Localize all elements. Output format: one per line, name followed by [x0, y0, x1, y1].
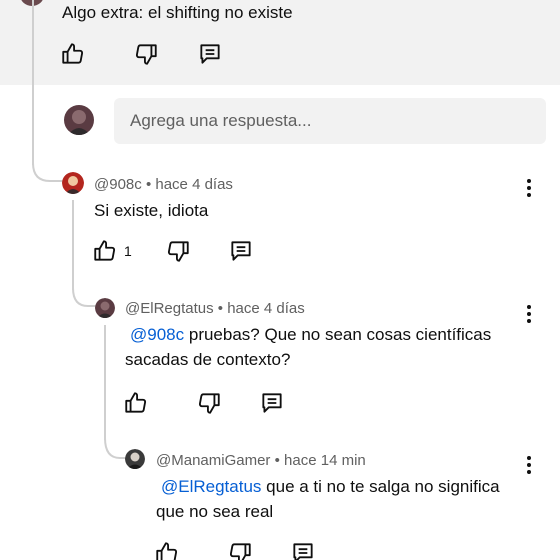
comment-time[interactable]: hace 4 días: [155, 176, 233, 193]
thread-connector: [72, 288, 96, 307]
comment-text: @ElRegtatus que a ti no te salga no sign…: [156, 474, 500, 524]
avatar[interactable]: [62, 172, 84, 194]
avatar-image: [62, 172, 84, 194]
avatar[interactable]: [64, 105, 94, 135]
reply-input[interactable]: [114, 98, 546, 144]
comment-text: Si existe, idiota: [94, 201, 209, 220]
separator: •: [274, 452, 280, 469]
thread-line: [72, 200, 74, 290]
thumbs-down-icon: [165, 238, 191, 264]
comment-text-line: pruebas? Que no sean cosas científicas: [188, 325, 492, 344]
mention-link[interactable]: @908c: [130, 325, 184, 344]
thumbs-up-icon: [154, 540, 180, 560]
avatar[interactable]: [95, 298, 115, 318]
reply-icon: [290, 540, 316, 560]
dislike-button[interactable]: [227, 540, 253, 560]
reply-button[interactable]: [259, 390, 285, 416]
like-button[interactable]: [60, 41, 86, 67]
avatar-image: [68, 110, 90, 135]
top-comment-text: Algo extra: el shifting no existe: [62, 3, 293, 22]
thumbs-down-icon: [133, 41, 159, 67]
reply-button[interactable]: [228, 238, 254, 264]
more-options-button[interactable]: [519, 176, 539, 200]
comment-time[interactable]: hace 14 min: [284, 452, 366, 469]
more-options-button[interactable]: [519, 302, 539, 326]
comment-text-line: que no sea real: [156, 502, 274, 521]
reply-button[interactable]: [290, 540, 316, 560]
reply-button[interactable]: [197, 41, 223, 67]
mention-link[interactable]: @ElRegtatus: [161, 477, 261, 496]
avatar-image: [125, 449, 145, 469]
reply-icon: [259, 390, 285, 416]
like-button[interactable]: [154, 540, 180, 560]
like-button[interactable]: 1: [92, 238, 132, 264]
thumbs-up-icon: [92, 238, 118, 264]
separator: •: [217, 300, 224, 317]
thumbs-up-icon: [123, 390, 149, 416]
dislike-button[interactable]: [165, 238, 191, 264]
thread-connector: [104, 438, 126, 459]
comment-meta: @ElRegtatus • hace 4 días: [125, 300, 305, 317]
comment-text-line: sacadas de contexto?: [125, 350, 291, 369]
more-options-button[interactable]: [519, 453, 539, 477]
separator: •: [145, 176, 152, 193]
comment-text: @908c pruebas? Que no sean cosas científ…: [125, 322, 491, 372]
thumbs-down-icon: [196, 390, 222, 416]
comment-text-line: que a ti no te salga no significa: [266, 477, 500, 496]
thread-line: [104, 325, 106, 440]
dislike-button[interactable]: [133, 41, 159, 67]
comment-author[interactable]: @ManamiGamer: [156, 452, 270, 469]
thumbs-up-icon: [60, 41, 86, 67]
avatar-image: [95, 298, 115, 318]
comment-time[interactable]: hace 4 días: [227, 300, 305, 317]
comment-author[interactable]: @908c: [94, 176, 142, 193]
thumbs-down-icon: [227, 540, 253, 560]
comment-author[interactable]: @ElRegtatus: [125, 300, 214, 317]
avatar[interactable]: [125, 449, 145, 469]
reply-icon: [197, 41, 223, 67]
comment-meta: @ManamiGamer • hace 14 min: [156, 452, 366, 469]
reply-icon: [228, 238, 254, 264]
like-count: 1: [124, 243, 132, 259]
dislike-button[interactable]: [196, 390, 222, 416]
thread-connector: [32, 163, 64, 182]
thread-line: [32, 0, 34, 165]
like-button[interactable]: [123, 390, 149, 416]
comment-meta: @908c • hace 4 días: [94, 176, 233, 193]
